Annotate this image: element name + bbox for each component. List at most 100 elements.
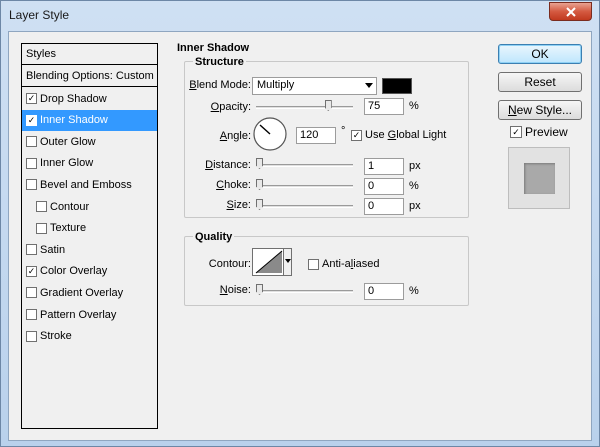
style-item-label: Stroke bbox=[40, 330, 72, 343]
choke-label: Choke: bbox=[216, 179, 251, 191]
preview-label: Preview bbox=[525, 125, 568, 139]
check-icon: ✓ bbox=[27, 93, 36, 103]
choke-unit: % bbox=[409, 180, 419, 192]
style-item-gradient-overlay[interactable]: Gradient Overlay bbox=[22, 282, 157, 303]
distance-slider[interactable] bbox=[256, 164, 353, 167]
noise-unit: % bbox=[409, 285, 419, 297]
dialog-client: Styles Blending Options: Custom ✓ Drop Sh… bbox=[8, 31, 592, 441]
style-item-drop-shadow[interactable]: ✓ Drop Shadow bbox=[22, 88, 157, 109]
size-label: Size: bbox=[226, 199, 251, 211]
blending-options-label: Blending Options: Custom bbox=[26, 70, 154, 82]
style-item-label: Gradient Overlay bbox=[40, 286, 124, 299]
blend-mode-select[interactable]: Multiply bbox=[252, 77, 377, 95]
structure-title: Structure bbox=[193, 56, 246, 68]
opacity-unit: % bbox=[409, 100, 419, 112]
style-item-inner-shadow[interactable]: ✓ Inner Shadow bbox=[22, 109, 157, 131]
style-item-contour[interactable]: Contour bbox=[22, 196, 157, 217]
style-item-stroke[interactable]: Stroke bbox=[22, 326, 157, 347]
choke-input[interactable]: 0 bbox=[364, 178, 404, 195]
contour-dropdown[interactable] bbox=[283, 249, 291, 275]
close-icon bbox=[565, 6, 576, 17]
contour-preview bbox=[255, 250, 283, 274]
anti-aliased-label: Anti-aliased bbox=[322, 258, 380, 270]
anti-aliased-checkbox[interactable] bbox=[308, 258, 319, 270]
style-item-checkbox[interactable] bbox=[26, 157, 37, 169]
style-item-label: Bevel and Emboss bbox=[40, 178, 132, 191]
style-preview bbox=[508, 147, 570, 209]
style-item-texture[interactable]: Texture bbox=[22, 218, 157, 239]
style-item-label: Outer Glow bbox=[40, 135, 96, 148]
use-global-light-checkbox[interactable]: ✓ bbox=[351, 129, 362, 141]
window-title: Layer Style bbox=[9, 8, 70, 22]
style-item-checkbox[interactable] bbox=[26, 330, 37, 342]
noise-label: Noise: bbox=[219, 284, 251, 296]
size-input[interactable]: 0 bbox=[364, 198, 404, 215]
use-global-light-label: Use Global Light bbox=[365, 129, 447, 141]
choke-slider[interactable] bbox=[256, 185, 353, 188]
new-style-button[interactable]: New Style... bbox=[498, 100, 582, 120]
styles-header[interactable]: Styles bbox=[22, 44, 157, 65]
styles-header-label: Styles bbox=[26, 48, 56, 60]
shadow-color-swatch[interactable] bbox=[382, 78, 412, 94]
blending-options[interactable]: Blending Options: Custom bbox=[22, 66, 157, 87]
anti-aliased-toggle[interactable]: Anti-aliased bbox=[308, 258, 380, 270]
blend-mode-label: Blend Mode: bbox=[189, 79, 251, 91]
style-item-checkbox[interactable] bbox=[26, 287, 37, 299]
section-title: Inner Shadow bbox=[175, 42, 252, 54]
close-button[interactable] bbox=[549, 2, 592, 21]
reset-button[interactable]: Reset bbox=[498, 72, 582, 92]
chevron-down-icon bbox=[365, 83, 373, 88]
style-item-checkbox[interactable] bbox=[26, 136, 37, 148]
preview-toggle[interactable]: ✓ Preview bbox=[510, 125, 568, 139]
style-item-color-overlay[interactable]: ✓ Color Overlay bbox=[22, 261, 157, 282]
quality-title: Quality bbox=[193, 231, 235, 243]
style-item-checkbox[interactable]: ✓ bbox=[26, 114, 37, 126]
style-item-bevel-and-emboss[interactable]: Bevel and Emboss bbox=[22, 174, 157, 195]
style-item-checkbox[interactable]: ✓ bbox=[26, 93, 37, 104]
check-icon: ✓ bbox=[352, 129, 361, 140]
style-item-checkbox[interactable] bbox=[36, 201, 47, 212]
chevron-down-icon bbox=[285, 259, 291, 263]
check-icon: ✓ bbox=[27, 265, 36, 276]
noise-input[interactable]: 0 bbox=[364, 283, 404, 300]
style-item-label: Texture bbox=[50, 222, 87, 235]
angle-label: Angle: bbox=[219, 130, 251, 142]
angle-input[interactable]: 120 bbox=[296, 127, 336, 144]
distance-label: Distance: bbox=[205, 159, 251, 171]
check-icon: ✓ bbox=[512, 126, 520, 137]
style-item-checkbox[interactable] bbox=[26, 244, 37, 256]
style-item-label: Drop Shadow bbox=[40, 92, 107, 105]
contour-label: Contour: bbox=[208, 258, 251, 270]
size-slider[interactable] bbox=[256, 205, 353, 208]
layer-style-window: Layer Style Styles Blending Options: Cus… bbox=[0, 0, 600, 447]
style-item-pattern-overlay[interactable]: Pattern Overlay bbox=[22, 304, 157, 325]
angle-dial[interactable] bbox=[252, 116, 288, 152]
style-item-label: Inner Shadow bbox=[40, 114, 108, 127]
style-preview-swatch bbox=[524, 163, 555, 194]
style-item-label: Satin bbox=[40, 243, 66, 256]
style-item-outer-glow[interactable]: Outer Glow bbox=[22, 131, 157, 152]
opacity-slider[interactable] bbox=[256, 106, 353, 109]
use-global-light-toggle[interactable]: ✓ Use Global Light bbox=[351, 129, 446, 141]
style-item-inner-glow[interactable]: Inner Glow bbox=[22, 153, 157, 174]
preview-checkbox[interactable]: ✓ bbox=[510, 126, 522, 138]
angle-unit: ° bbox=[341, 125, 346, 137]
styles-list: Styles Blending Options: Custom ✓ Drop Sh… bbox=[21, 43, 158, 429]
check-icon: ✓ bbox=[27, 114, 36, 125]
distance-input[interactable]: 1 bbox=[364, 158, 404, 175]
style-item-checkbox[interactable] bbox=[36, 222, 47, 234]
style-item-checkbox[interactable] bbox=[26, 179, 37, 191]
style-item-label: Inner Glow bbox=[40, 157, 94, 170]
contour-picker[interactable] bbox=[252, 248, 292, 276]
style-item-checkbox[interactable] bbox=[26, 309, 37, 320]
opacity-input[interactable]: 75 bbox=[364, 98, 404, 115]
style-item-label: Pattern Overlay bbox=[40, 308, 117, 321]
title-bar[interactable]: Layer Style bbox=[1, 1, 599, 31]
distance-unit: px bbox=[409, 160, 421, 172]
noise-slider[interactable] bbox=[256, 290, 353, 293]
ok-button[interactable]: OK bbox=[498, 44, 582, 64]
size-unit: px bbox=[409, 200, 421, 212]
style-item-satin[interactable]: Satin bbox=[22, 239, 157, 260]
style-item-checkbox[interactable]: ✓ bbox=[26, 265, 37, 277]
blend-mode-value: Multiply bbox=[257, 79, 295, 91]
